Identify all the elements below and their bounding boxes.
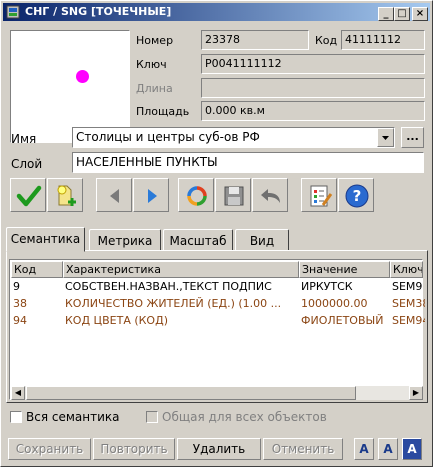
dlina-label: Длина xyxy=(136,82,173,95)
table-header: Код Характеристика Значение Ключ xyxy=(11,261,423,278)
cell-code: 38 xyxy=(13,297,27,310)
repeat-button[interactable]: Повторить xyxy=(93,438,175,460)
scroll-left-button[interactable]: ◀ xyxy=(11,386,25,400)
col-key[interactable]: Ключ xyxy=(390,261,423,278)
table-row[interactable]: 9 СОБСТВЕН.НАЗВАН.,ТЕКСТ ПОДПИС ИРКУТСК … xyxy=(11,278,423,295)
all-semantics-label: Вся семантика xyxy=(26,410,120,424)
help-icon: ? xyxy=(345,184,369,208)
save-button[interactable]: Сохранить xyxy=(8,438,91,460)
kod-field: 41111112 xyxy=(341,30,425,50)
arrow-left-icon xyxy=(110,189,119,203)
undo-icon xyxy=(261,189,280,203)
help-button[interactable]: ? xyxy=(338,178,374,212)
layer-field: НАСЕЛЕННЫЕ ПУНКТЫ xyxy=(72,152,424,173)
cell-key: SEM94 xyxy=(392,314,425,327)
edit-list-button[interactable] xyxy=(301,178,337,212)
title-bar[interactable]: СНГ / SNG [ТОЧЕЧНЫЕ] _ □ × xyxy=(3,3,430,21)
col-kod[interactable]: Код xyxy=(11,261,63,278)
close-button[interactable]: × xyxy=(412,7,428,21)
help-glyph: ? xyxy=(353,187,362,205)
tab-semantika[interactable]: Семантика xyxy=(6,227,85,252)
point-marker xyxy=(76,70,89,83)
add-object-button[interactable] xyxy=(47,178,83,212)
refresh-icon xyxy=(187,186,207,206)
chevron-down-icon xyxy=(382,136,389,140)
app-icon xyxy=(6,5,20,19)
col-characteristic[interactable]: Характеристика xyxy=(63,261,299,278)
font-a-button-2[interactable]: A xyxy=(378,438,398,460)
dropdown-button[interactable] xyxy=(377,128,394,147)
all-semantics-checkbox[interactable] xyxy=(10,411,22,423)
cell-code: 9 xyxy=(13,280,20,293)
name-select-value: Столицы и центры суб-ов РФ xyxy=(76,130,260,144)
layer-label: Слой xyxy=(11,157,43,171)
horizontal-scrollbar[interactable]: ◀ ▶ xyxy=(11,386,423,400)
nomer-label: Номер xyxy=(136,34,174,47)
tab-vid[interactable]: Вид xyxy=(235,229,289,251)
cell-value: ИРКУТСК xyxy=(301,280,353,293)
cell-value: ФИОЛЕТОВЫЙ xyxy=(301,314,384,327)
checkmark-icon xyxy=(16,185,42,207)
delete-button[interactable]: Удалить xyxy=(177,438,261,460)
window: СНГ / SNG [ТОЧЕЧНЫЕ] _ □ × Номер 23378 К… xyxy=(0,0,433,467)
save-icon xyxy=(224,186,244,206)
dlina-field xyxy=(201,78,425,98)
semantics-table[interactable]: Код Характеристика Значение Ключ 9 СОБСТ… xyxy=(9,259,425,400)
cancel-button[interactable]: Отменить xyxy=(263,438,343,460)
apply-button[interactable] xyxy=(10,178,46,212)
add-object-icon xyxy=(57,185,76,206)
window-title: СНГ / SNG [ТОЧЕЧНЫЕ] xyxy=(25,5,172,18)
klyuch-label: Ключ xyxy=(136,58,167,71)
scroll-thumb[interactable] xyxy=(26,386,356,400)
col-value[interactable]: Значение xyxy=(299,261,390,278)
cell-code: 94 xyxy=(13,314,27,327)
scroll-right-button[interactable]: ▶ xyxy=(409,386,423,400)
cell-key: SEM9 xyxy=(392,280,423,293)
minimize-button[interactable]: _ xyxy=(378,7,394,21)
nomer-field: 23378 xyxy=(201,30,309,50)
edit-list-icon xyxy=(310,185,333,207)
maximize-button[interactable]: □ xyxy=(394,7,410,21)
tab-masshtab[interactable]: Масштаб xyxy=(163,229,233,251)
name-select[interactable]: Столицы и центры суб-ов РФ xyxy=(72,127,395,148)
ploshad-field: 0.000 кв.м xyxy=(201,101,425,121)
klyuch-field: P0041111112 xyxy=(201,54,425,74)
font-a-button-3[interactable]: A xyxy=(402,438,422,460)
font-a-button-1[interactable]: A xyxy=(354,438,374,460)
refresh-button[interactable] xyxy=(178,178,214,212)
common-label: Общая для всех объектов xyxy=(162,410,327,424)
cell-name: СОБСТВЕН.НАЗВАН.,ТЕКСТ ПОДПИС xyxy=(65,280,272,293)
prev-button[interactable] xyxy=(96,178,132,212)
name-label: Имя xyxy=(11,132,37,146)
cell-key: SEM38 xyxy=(392,297,425,310)
cell-name: КОЛИЧЕСТВО ЖИТЕЛЕЙ (ЕД.) (1.00 ... xyxy=(65,297,282,310)
table-row[interactable]: 94 КОД ЦВЕТА (КОД) ФИОЛЕТОВЫЙ SEM94 xyxy=(11,312,425,329)
tab-metrika[interactable]: Метрика xyxy=(89,229,161,251)
more-button[interactable]: ... xyxy=(401,127,424,148)
ploshad-label: Площадь xyxy=(136,105,190,118)
cell-name: КОД ЦВЕТА (КОД) xyxy=(65,314,168,327)
cell-value: 1000000.00 xyxy=(301,297,368,310)
arrow-right-icon xyxy=(148,189,157,203)
undo-button[interactable] xyxy=(252,178,288,212)
common-checkbox[interactable] xyxy=(146,411,158,423)
table-row[interactable]: 38 КОЛИЧЕСТВО ЖИТЕЛЕЙ (ЕД.) (1.00 ... 10… xyxy=(11,295,425,312)
kod-label: Код xyxy=(315,34,338,47)
save-tool-button[interactable] xyxy=(215,178,251,212)
next-button[interactable] xyxy=(133,178,169,212)
